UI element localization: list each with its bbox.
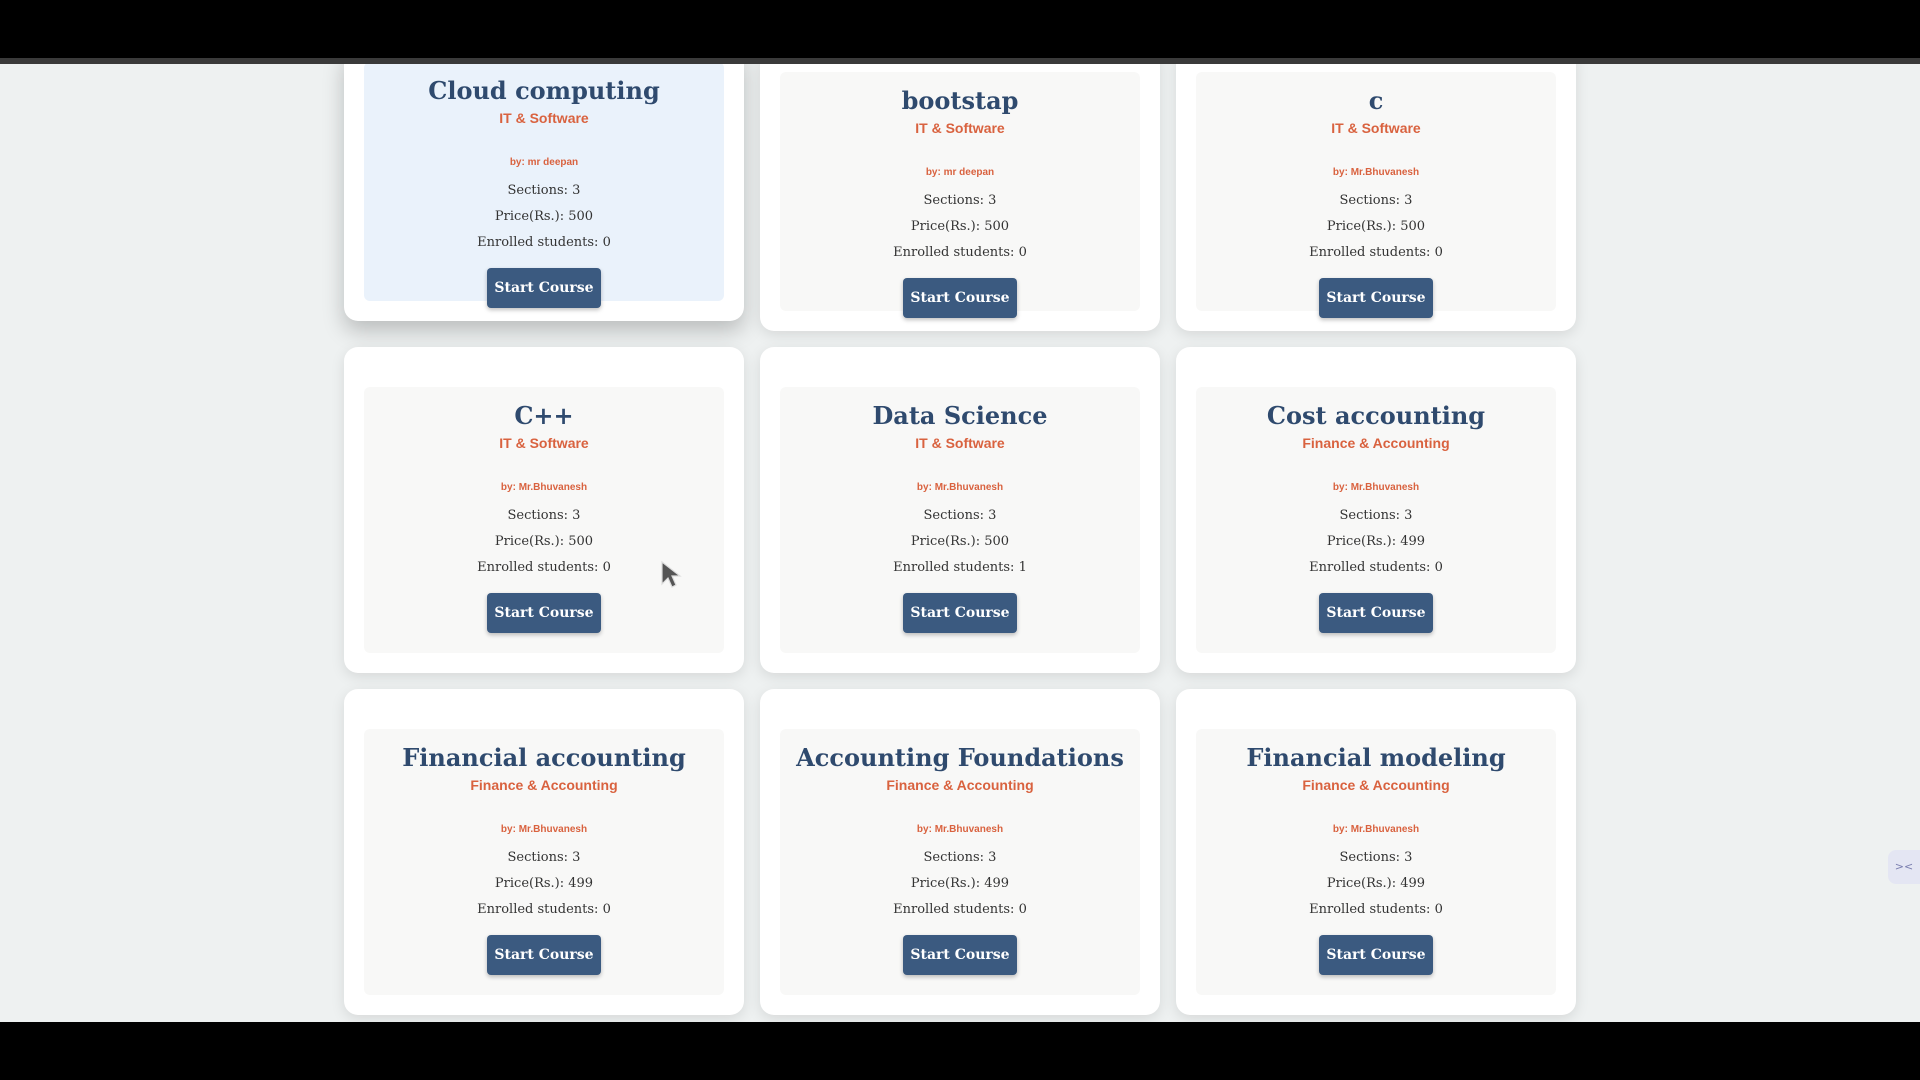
- course-enrolled: Enrolled students: 0: [1309, 560, 1443, 575]
- course-price: Price(Rs.): 500: [910, 534, 1010, 549]
- course-category: Finance & Accounting: [470, 777, 618, 793]
- course-card-body: C++ IT & Software by: Mr.Bhuvanesh Secti…: [364, 387, 724, 653]
- course-category: IT & Software: [499, 435, 589, 451]
- start-course-button[interactable]: Start Course: [487, 593, 601, 633]
- course-card[interactable]: Cost accounting Finance & Accounting by:…: [1176, 347, 1576, 673]
- course-category: Finance & Accounting: [1302, 435, 1450, 451]
- start-course-button[interactable]: Start Course: [1319, 593, 1433, 633]
- course-category: IT & Software: [499, 110, 589, 126]
- course-author: by: mr deepan: [509, 157, 579, 168]
- course-price: Price(Rs.): 500: [494, 209, 594, 224]
- course-title: Cost accounting: [1266, 401, 1486, 430]
- collapse-arrows-icon[interactable]: ><: [1888, 850, 1920, 884]
- course-card-body: Financial accounting Finance & Accountin…: [364, 729, 724, 995]
- course-category: IT & Software: [1331, 120, 1421, 136]
- course-category: IT & Software: [915, 120, 1005, 136]
- course-card-body: Cost accounting Finance & Accounting by:…: [1196, 387, 1556, 653]
- course-title: bootstap: [901, 86, 1019, 115]
- course-card-body: bootstap IT & Software by: mr deepan Sec…: [780, 72, 1140, 318]
- course-card[interactable]: Accounting Foundations Finance & Account…: [760, 689, 1160, 1015]
- mouse-cursor-icon: [661, 560, 682, 588]
- course-card[interactable]: C++ IT & Software by: Mr.Bhuvanesh Secti…: [344, 347, 744, 673]
- course-sections: Sections: 3: [507, 183, 581, 198]
- course-card[interactable]: Data Science IT & Software by: Mr.Bhuvan…: [760, 347, 1160, 673]
- start-course-button[interactable]: Start Course: [903, 935, 1017, 975]
- course-author: by: Mr.Bhuvanesh: [500, 824, 588, 835]
- start-course-button[interactable]: Start Course: [1319, 935, 1433, 975]
- course-card[interactable]: Financial modeling Finance & Accounting …: [1176, 689, 1576, 1015]
- course-enrolled: Enrolled students: 1: [893, 560, 1027, 575]
- course-sections: Sections: 3: [1339, 850, 1413, 865]
- course-sections: Sections: 3: [923, 193, 997, 208]
- course-sections: Sections: 3: [923, 850, 997, 865]
- course-title: Financial accounting: [402, 743, 686, 772]
- course-category: Finance & Accounting: [1302, 777, 1450, 793]
- start-course-button[interactable]: Start Course: [1319, 278, 1433, 318]
- course-card[interactable]: c IT & Software by: Mr.Bhuvanesh Section…: [1176, 64, 1576, 331]
- course-card[interactable]: Financial accounting Finance & Accountin…: [344, 689, 744, 1015]
- course-price: Price(Rs.): 500: [494, 534, 594, 549]
- course-enrolled: Enrolled students: 0: [1309, 245, 1443, 260]
- start-course-button[interactable]: Start Course: [903, 278, 1017, 318]
- course-title: Financial modeling: [1246, 743, 1506, 772]
- course-title: C++: [514, 401, 574, 430]
- course-author: by: Mr.Bhuvanesh: [1332, 824, 1420, 835]
- start-course-button[interactable]: Start Course: [487, 268, 601, 308]
- course-sections: Sections: 3: [1339, 193, 1413, 208]
- course-enrolled: Enrolled students: 0: [893, 245, 1027, 260]
- course-enrolled: Enrolled students: 0: [477, 902, 611, 917]
- course-author: by: mr deepan: [925, 167, 995, 178]
- course-grid: Cloud computing IT & Software by: mr dee…: [344, 64, 1576, 1015]
- course-title: Data Science: [872, 401, 1048, 430]
- course-title: Accounting Foundations: [796, 743, 1124, 772]
- course-price: Price(Rs.): 499: [910, 876, 1010, 891]
- course-price: Price(Rs.): 500: [1326, 219, 1426, 234]
- course-author: by: Mr.Bhuvanesh: [916, 824, 1004, 835]
- bottom-black-bar: [0, 1022, 1920, 1080]
- course-list-page[interactable]: Cloud computing IT & Software by: mr dee…: [0, 64, 1920, 1022]
- course-card-body: Data Science IT & Software by: Mr.Bhuvan…: [780, 387, 1140, 653]
- course-card-body: c IT & Software by: Mr.Bhuvanesh Section…: [1196, 72, 1556, 318]
- course-sections: Sections: 3: [923, 508, 997, 523]
- course-card[interactable]: bootstap IT & Software by: mr deepan Sec…: [760, 64, 1160, 331]
- top-black-bar: [0, 0, 1920, 60]
- course-title: c: [1368, 86, 1384, 115]
- course-price: Price(Rs.): 500: [910, 219, 1010, 234]
- course-sections: Sections: 3: [1339, 508, 1413, 523]
- course-author: by: Mr.Bhuvanesh: [500, 482, 588, 493]
- course-category: Finance & Accounting: [886, 777, 1034, 793]
- course-enrolled: Enrolled students: 0: [477, 235, 611, 250]
- course-price: Price(Rs.): 499: [1326, 534, 1426, 549]
- start-course-button[interactable]: Start Course: [487, 935, 601, 975]
- course-category: IT & Software: [915, 435, 1005, 451]
- course-enrolled: Enrolled students: 0: [1309, 902, 1443, 917]
- course-enrolled: Enrolled students: 0: [893, 902, 1027, 917]
- course-author: by: Mr.Bhuvanesh: [1332, 482, 1420, 493]
- course-price: Price(Rs.): 499: [1326, 876, 1426, 891]
- course-sections: Sections: 3: [507, 850, 581, 865]
- course-author: by: Mr.Bhuvanesh: [916, 482, 1004, 493]
- course-sections: Sections: 3: [507, 508, 581, 523]
- start-course-button[interactable]: Start Course: [903, 593, 1017, 633]
- course-price: Price(Rs.): 499: [494, 876, 594, 891]
- course-card-body: Cloud computing IT & Software by: mr dee…: [364, 64, 724, 308]
- course-card-body: Accounting Foundations Finance & Account…: [780, 729, 1140, 995]
- course-card-body: Financial modeling Finance & Accounting …: [1196, 729, 1556, 995]
- course-title: Cloud computing: [428, 76, 660, 105]
- course-author: by: Mr.Bhuvanesh: [1332, 167, 1420, 178]
- course-card[interactable]: Cloud computing IT & Software by: mr dee…: [344, 64, 744, 321]
